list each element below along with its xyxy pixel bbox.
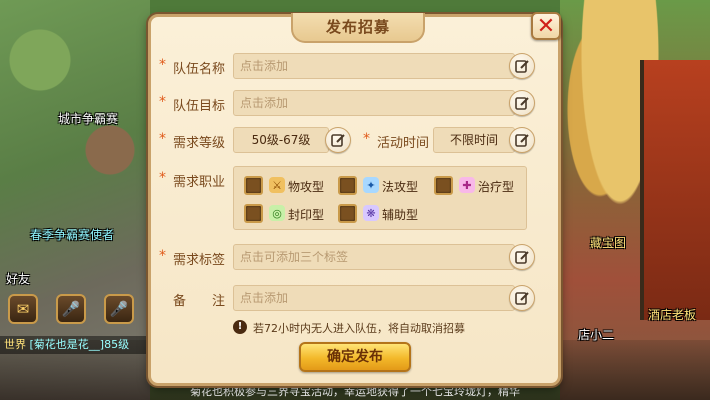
level-req-label: 需求等级	[173, 136, 226, 151]
job-checkbox[interactable]	[434, 176, 453, 195]
support-icon: ❋	[363, 205, 379, 221]
required-mark: *	[159, 131, 166, 147]
edit-team-goal-button[interactable]	[509, 90, 535, 116]
required-mark: *	[159, 57, 166, 73]
remark-label: 备 注	[173, 294, 226, 309]
scene-building	[640, 60, 710, 320]
team-name-input[interactable]: 点击添加	[233, 53, 515, 79]
edit-icon	[515, 60, 529, 73]
team-goal-row: * 队伍目标 点击添加	[151, 90, 564, 116]
edit-tags-button[interactable]	[509, 244, 535, 270]
level-time-row: * 需求等级 50级-67级 * 活动时间 不限时间	[151, 127, 564, 153]
remark-input[interactable]: 点击添加	[233, 285, 515, 311]
job-option-seal[interactable]: ◎ 封印型	[244, 203, 334, 225]
close-icon: ✕	[536, 13, 556, 39]
job-label: 法攻型	[382, 180, 419, 194]
edit-icon	[331, 134, 345, 147]
job-checkbox[interactable]	[244, 204, 263, 223]
job-req-label: 需求职业	[173, 175, 226, 190]
notice-text: 若72小时内无人进入队伍，将自动取消招募	[253, 322, 465, 335]
edit-level-button[interactable]	[325, 127, 351, 153]
recruit-dialog: 发布招募 * 队伍名称 点击添加 * 队伍目标 点击添加 * 需求等级 50级-…	[148, 13, 564, 386]
npc-name-label[interactable]: 春季争霸赛使者	[30, 226, 114, 243]
voice-world-icon[interactable]: 🎤	[56, 294, 86, 324]
friends-label[interactable]: 好友	[6, 270, 30, 287]
job-req-row: * 需求职业	[151, 166, 231, 192]
job-checkbox[interactable]	[338, 204, 357, 223]
activity-time-label: 活动时间	[377, 136, 430, 151]
confirm-publish-button[interactable]: 确定发布	[299, 342, 411, 372]
team-goal-label: 队伍目标	[173, 99, 226, 114]
world-chat-line[interactable]: 世界 [菊花也是花__]85级	[0, 336, 150, 354]
edit-activity-time-button[interactable]	[509, 127, 535, 153]
team-name-label: 队伍名称	[173, 62, 226, 77]
team-name-row: * 队伍名称 点击添加	[151, 53, 564, 79]
activity-time-value[interactable]: 不限时间	[433, 127, 515, 153]
tags-label: 需求标签	[173, 253, 226, 268]
magic-attack-icon: ✦	[363, 177, 379, 193]
world-chat-prefix: 世界	[4, 338, 26, 351]
voice-team-icon[interactable]: 🎤	[104, 294, 134, 324]
physical-attack-icon: ⚔	[269, 177, 285, 193]
job-label: 封印型	[288, 208, 325, 222]
required-mark: *	[363, 131, 370, 147]
job-label: 治疗型	[478, 180, 515, 194]
edit-icon	[515, 97, 529, 110]
job-label: 辅助型	[382, 208, 419, 222]
city-tournament-label[interactable]: 城市争霸赛	[58, 110, 118, 127]
job-checkbox[interactable]	[338, 176, 357, 195]
required-mark: *	[159, 94, 166, 110]
heal-icon: ✚	[459, 177, 475, 193]
job-checkbox[interactable]	[244, 176, 263, 195]
edit-icon	[515, 134, 529, 147]
job-option-physical[interactable]: ⚔ 物攻型	[244, 175, 334, 197]
required-mark: *	[159, 248, 166, 264]
treasure-map-label[interactable]: 藏宝图	[590, 234, 626, 251]
shop-owner-label[interactable]: 店小二	[578, 326, 614, 343]
tags-row: * 需求标签 点击可添加三个标签	[151, 244, 564, 270]
chat-icon[interactable]: ✉	[8, 294, 38, 324]
warning-icon: !	[233, 320, 247, 334]
seal-icon: ◎	[269, 205, 285, 221]
team-goal-input[interactable]: 点击添加	[233, 90, 515, 116]
remark-row: 备 注 点击添加	[151, 285, 564, 311]
dialog-title: 发布招募	[291, 13, 425, 43]
edit-icon	[515, 292, 529, 305]
edit-team-name-button[interactable]	[509, 53, 535, 79]
job-option-heal[interactable]: ✚ 治疗型	[434, 175, 524, 197]
edit-remark-button[interactable]	[509, 285, 535, 311]
job-option-magic[interactable]: ✦ 法攻型	[338, 175, 428, 197]
close-dialog-button[interactable]: ✕	[531, 12, 561, 40]
job-option-support[interactable]: ❋ 辅助型	[338, 203, 428, 225]
edit-icon	[515, 251, 529, 264]
tavern-owner-label[interactable]: 酒店老板	[648, 306, 696, 323]
required-mark: *	[159, 170, 166, 186]
tags-input[interactable]: 点击可添加三个标签	[233, 244, 515, 270]
world-chat-message: [菊花也是花__]85级	[29, 338, 130, 351]
job-label: 物攻型	[288, 180, 325, 194]
job-options-panel: ⚔ 物攻型 ✦ 法攻型 ✚ 治疗型 ◎ 封印型 ❋ 辅助型	[233, 166, 527, 230]
level-req-value[interactable]: 50级-67级	[233, 127, 329, 153]
